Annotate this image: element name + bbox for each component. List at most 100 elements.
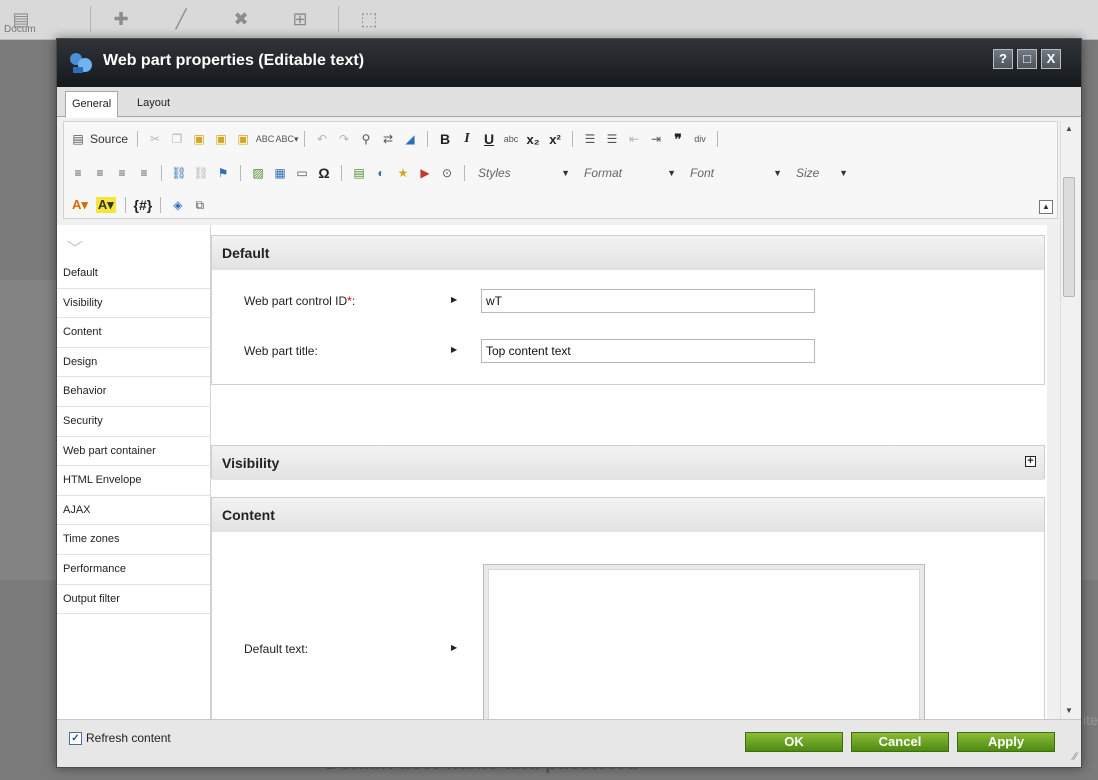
nav-item-visibility[interactable]: Visibility <box>57 289 211 319</box>
resize-grip-icon[interactable]: ⁄⁄ <box>1073 751 1077 763</box>
apply-button[interactable]: Apply <box>957 732 1055 752</box>
refresh-content-checkbox[interactable]: ✓ <box>69 731 82 745</box>
blockquote-icon[interactable]: ❞ <box>670 131 686 147</box>
superscript-icon[interactable]: x² <box>547 131 563 147</box>
underline-icon[interactable]: U <box>481 131 497 147</box>
decrease-indent-icon[interactable]: ⇤ <box>626 131 642 147</box>
expand-icon[interactable]: + <box>1025 456 1036 467</box>
insert-inline-widget-icon[interactable]: ◈ <box>170 197 186 213</box>
nav-item-web-part-container[interactable]: Web part container <box>57 437 211 467</box>
background-doc-label: Docum <box>4 24 36 35</box>
tab-general[interactable]: General <box>65 91 119 118</box>
subscript-icon[interactable]: x₂ <box>525 131 541 147</box>
redo-icon[interactable]: ↷ <box>336 131 352 147</box>
nav-item-behavior[interactable]: Behavior <box>57 377 211 407</box>
replace-icon[interactable]: ⇄ <box>380 131 396 147</box>
create-div-icon[interactable]: div <box>692 131 708 147</box>
format-dropdown[interactable]: Format ▼ <box>580 163 680 183</box>
nav-item-time-zones[interactable]: Time zones <box>57 525 211 555</box>
control-id-input[interactable] <box>481 289 815 313</box>
find-icon[interactable]: ⚲ <box>358 131 374 147</box>
bold-icon[interactable]: B <box>437 131 453 147</box>
special-character-icon[interactable]: Ω <box>316 165 332 181</box>
toolbar-separator <box>137 131 139 147</box>
help-button[interactable]: ? <box>993 49 1013 69</box>
insert-quicktime-icon[interactable]: ⊙ <box>439 165 455 181</box>
text-color-button[interactable]: A▾ <box>70 197 90 213</box>
insert-macro-icon[interactable]: {#} <box>134 197 153 213</box>
size-dropdown[interactable]: Size ▼ <box>792 163 852 183</box>
maximize-button[interactable]: □ <box>1017 49 1037 69</box>
preview-icon[interactable]: ⧉ <box>192 197 208 213</box>
nav-item-output-filter[interactable]: Output filter <box>57 585 211 615</box>
control-id-row: Web part control ID*: ▶ <box>212 289 1046 313</box>
insert-link-icon[interactable]: ⛓ <box>171 165 187 181</box>
default-text-area[interactable] <box>488 569 920 719</box>
anchor-icon[interactable]: ⚑ <box>215 165 231 181</box>
insert-widget-icon[interactable]: ★ <box>395 165 411 181</box>
background-color-button[interactable]: A▾ <box>95 197 116 213</box>
bulleted-list-icon[interactable]: ☰ <box>604 131 620 147</box>
default-text-editor <box>483 564 925 719</box>
web-part-title-input[interactable] <box>481 339 815 363</box>
align-center-icon[interactable]: ≡ <box>92 165 108 181</box>
align-justify-icon[interactable]: ≡ <box>136 165 152 181</box>
styles-dropdown[interactable]: Styles ▼ <box>474 163 574 183</box>
section-content-header[interactable]: Content <box>212 498 1044 532</box>
tab-layout[interactable]: Layout <box>131 91 176 117</box>
align-right-icon[interactable]: ≡ <box>114 165 130 181</box>
close-button[interactable]: X <box>1041 49 1061 69</box>
property-category-nav: ﹀ Default Visibility Content Design Beha… <box>57 225 211 719</box>
nav-item-ajax[interactable]: AJAX <box>57 496 211 526</box>
paste-text-icon[interactable]: ▣ <box>213 131 229 147</box>
section-visibility-title: Visibility <box>222 455 280 471</box>
paste-word-icon[interactable]: ▣ <box>235 131 251 147</box>
nav-item-design[interactable]: Design <box>57 348 211 378</box>
section-visibility-header[interactable]: Visibility + <box>212 446 1044 480</box>
scroll-down-icon[interactable]: ▼ <box>1061 703 1077 719</box>
spellcheck-as-you-type-icon[interactable]: ABC▾ <box>276 131 299 147</box>
insert-form-icon[interactable]: ▤ <box>351 165 367 181</box>
italic-icon[interactable]: I <box>459 131 475 147</box>
ok-button[interactable]: OK <box>745 732 843 752</box>
paste-icon[interactable]: ▣ <box>191 131 207 147</box>
undo-icon[interactable]: ↶ <box>314 131 330 147</box>
nav-item-html-envelope[interactable]: HTML Envelope <box>57 466 211 496</box>
strikethrough-icon[interactable]: abc <box>503 131 519 147</box>
scroll-up-icon[interactable]: ▲ <box>1061 121 1077 137</box>
insert-table-icon[interactable]: ▦ <box>272 165 288 181</box>
font-dropdown[interactable]: Font ▼ <box>686 163 786 183</box>
unlink-icon[interactable]: ⛓ <box>193 165 209 181</box>
toolbar-separator <box>161 165 162 181</box>
insert-media-icon[interactable]: ◐ <box>373 165 389 181</box>
insert-image-icon[interactable]: ▨ <box>250 165 266 181</box>
copy-icon[interactable]: ❐ <box>169 131 185 147</box>
numbered-list-icon[interactable]: ☰ <box>582 131 598 147</box>
spellcheck-icon[interactable]: ABC <box>256 131 275 147</box>
cut-icon[interactable]: ✂ <box>147 131 163 147</box>
nav-item-default[interactable]: Default <box>57 259 211 289</box>
cancel-button[interactable]: Cancel <box>851 732 949 752</box>
section-default-header[interactable]: Default <box>212 236 1044 270</box>
source-button[interactable]: ▤ Source <box>70 131 128 147</box>
vertical-scrollbar[interactable]: ▲ ▼ <box>1060 121 1077 719</box>
nav-item-security[interactable]: Security <box>57 407 211 437</box>
toolbar-separator <box>240 165 241 181</box>
increase-indent-icon[interactable]: ⇥ <box>648 131 664 147</box>
chevron-down-icon: ▼ <box>561 168 570 178</box>
refresh-content-option[interactable]: ✓ Refresh content <box>69 731 171 745</box>
collapse-toolbar-button[interactable]: ▲ <box>1039 200 1053 214</box>
properties-form: Default Web part control ID*: ▶ Web part… <box>211 225 1047 719</box>
remove-format-icon[interactable]: ◢ <box>402 131 418 147</box>
nav-item-content[interactable]: Content <box>57 318 211 348</box>
font-label: Font <box>690 166 715 180</box>
dialog-titlebar[interactable]: Web part properties (Editable text) ? □ … <box>57 39 1081 87</box>
insert-youtube-icon[interactable]: ▶ <box>417 165 433 181</box>
control-id-label-text: Web part control ID <box>244 294 348 308</box>
nav-item-performance[interactable]: Performance <box>57 555 211 585</box>
align-left-icon[interactable]: ≡ <box>70 165 86 181</box>
section-visibility: Visibility + <box>211 445 1045 480</box>
horizontal-rule-icon[interactable]: ▭ <box>294 165 310 181</box>
scroll-thumb[interactable] <box>1063 177 1075 297</box>
collapse-chevron-icon[interactable]: ﹀ <box>67 235 83 259</box>
